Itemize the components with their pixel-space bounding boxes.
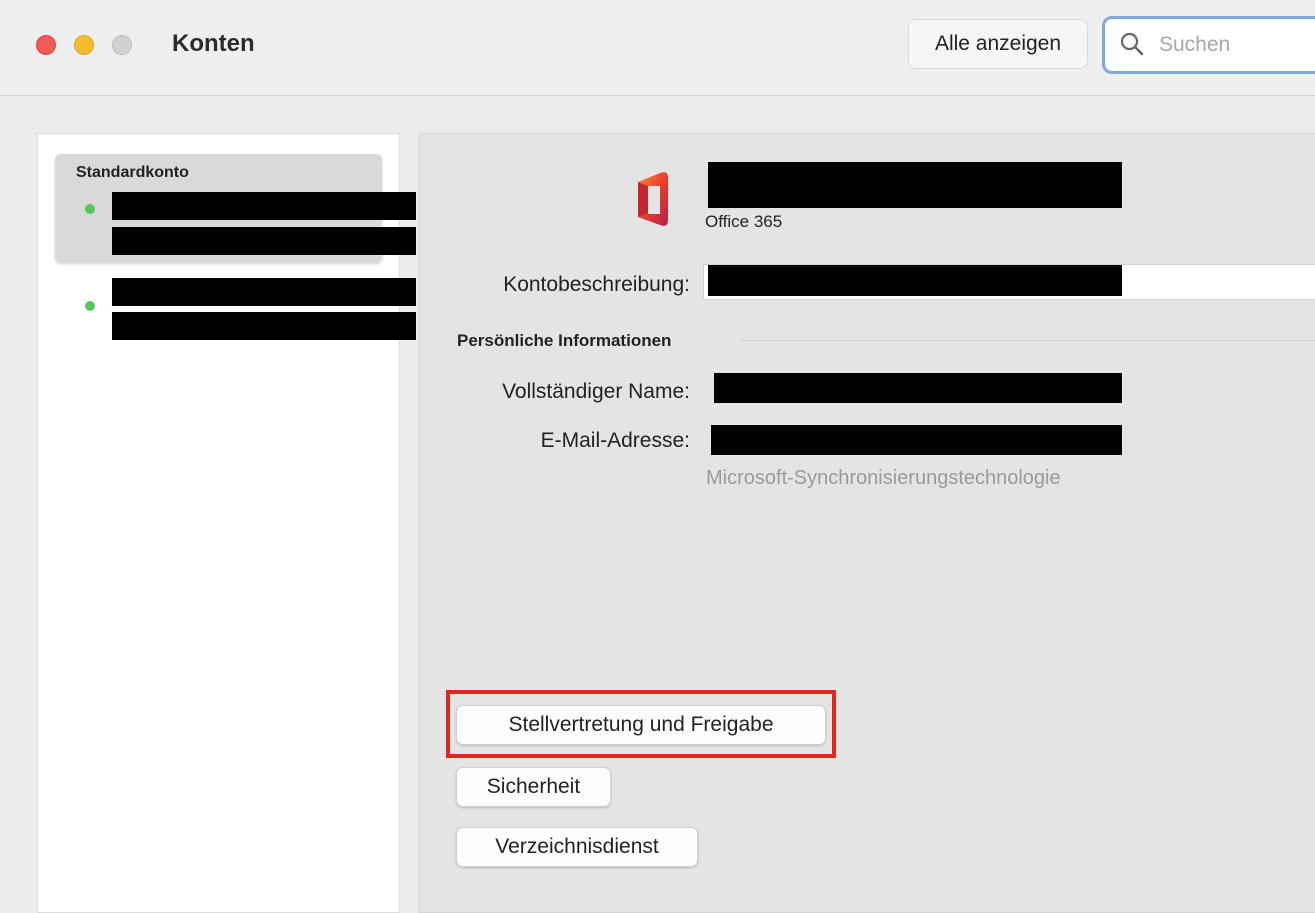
search-icon [1120, 32, 1144, 56]
online-status-icon [85, 204, 95, 214]
security-button[interactable]: Sicherheit [456, 767, 611, 807]
title-bar-divider [0, 95, 1315, 96]
close-window-button[interactable] [36, 35, 56, 55]
redacted-full-name [714, 373, 1122, 403]
highlight-annotation [446, 690, 836, 758]
redacted-description [708, 265, 1122, 296]
full-name-label: Vollständiger Name: [502, 380, 690, 403]
show-all-button[interactable]: Alle anzeigen [908, 19, 1088, 69]
office-365-logo-icon [638, 172, 668, 226]
section-divider [740, 340, 1315, 341]
personal-info-heading: Persönliche Informationen [457, 331, 672, 350]
redacted-email [711, 425, 1122, 455]
search-placeholder: Suchen [1159, 33, 1231, 56]
zoom-window-button[interactable] [112, 35, 132, 55]
redacted-account-title [708, 162, 1122, 208]
redacted-account-name [112, 278, 416, 306]
sidebar-heading: Standardkonto [76, 164, 189, 181]
email-address-label: E-Mail-Adresse: [540, 429, 690, 452]
sync-technology-note: Microsoft-Synchronisierungstechnologie [706, 467, 1061, 489]
account-type: Office 365 [705, 212, 783, 231]
directory-service-button[interactable]: Verzeichnisdienst [456, 827, 698, 867]
account-description-label: Kontobeschreibung: [503, 273, 690, 296]
online-status-icon [85, 301, 95, 311]
redacted-account-email [112, 227, 416, 255]
redacted-account-email [112, 312, 416, 340]
redacted-account-name [112, 192, 416, 220]
minimize-window-button[interactable] [74, 35, 94, 55]
search-input[interactable]: Suchen [1102, 16, 1315, 74]
window-title: Konten [172, 30, 255, 57]
